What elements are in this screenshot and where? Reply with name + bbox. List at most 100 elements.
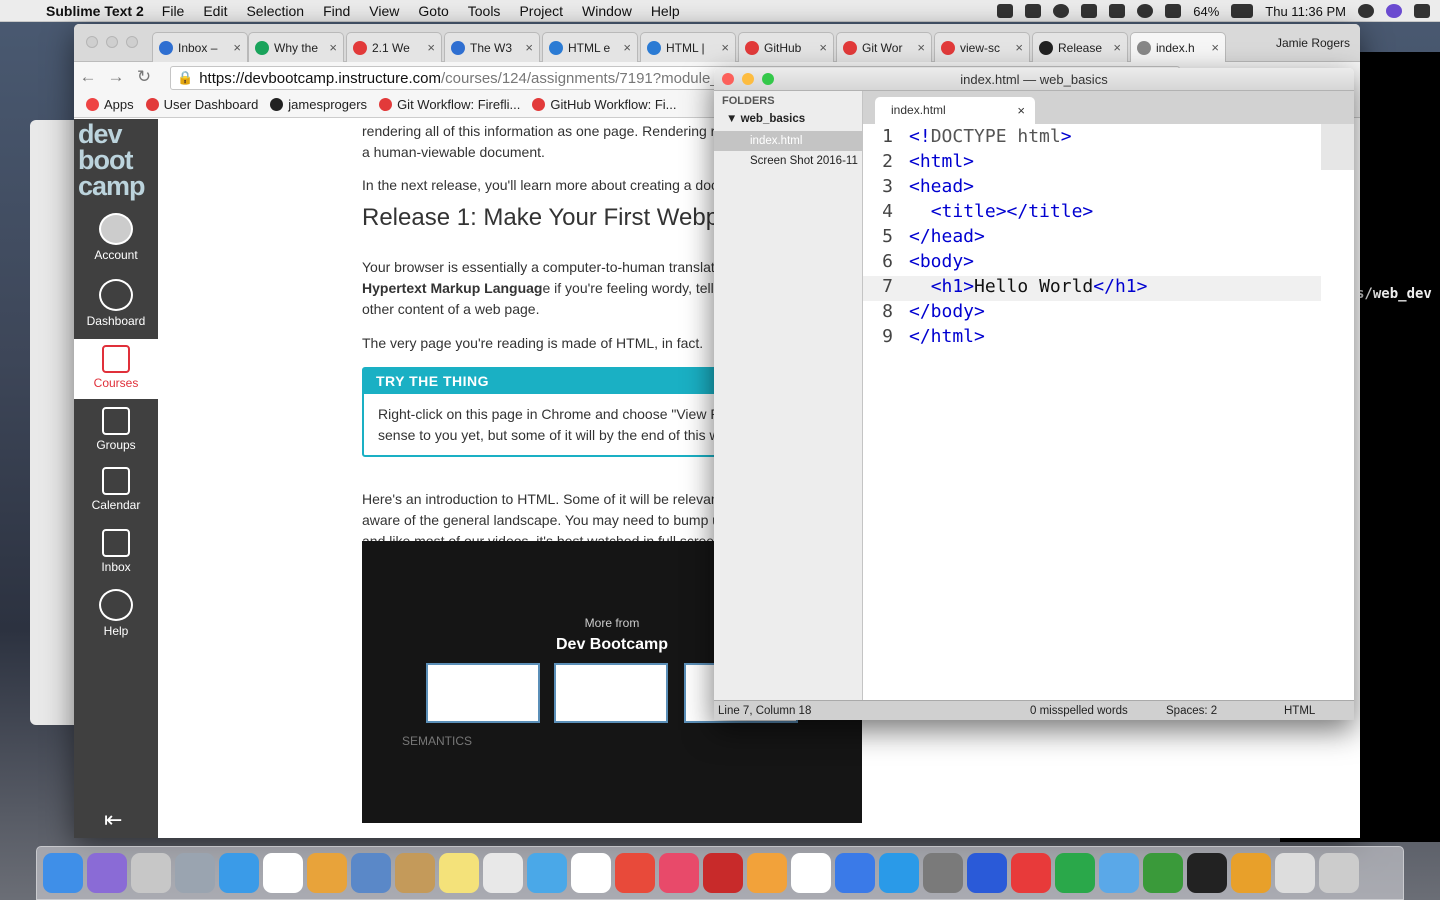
close-tab-icon[interactable]: × [1015,40,1023,55]
messages-icon[interactable] [527,853,567,893]
spotlight-icon[interactable] [1358,4,1374,18]
evernote-icon[interactable] [1187,853,1227,893]
menu-tools[interactable]: Tools [468,3,501,19]
preview-icon[interactable] [483,853,523,893]
warning-icon[interactable] [1025,4,1042,18]
chrome-icon[interactable] [307,853,347,893]
browser-tab[interactable]: Git Wor × [836,32,932,62]
bookmark-item[interactable]: GitHub Workflow: Fi... [532,97,677,112]
zoom-window-button[interactable] [762,73,774,85]
close-tab-icon[interactable]: × [1113,40,1121,55]
file-screenshot[interactable]: Screen Shot 2016-11 [714,151,863,171]
background-window[interactable] [30,120,80,725]
siri-icon[interactable] [1386,4,1402,18]
menu-edit[interactable]: Edit [203,3,227,19]
close-tab-icon[interactable]: × [623,40,631,55]
editor-tab-index-html[interactable]: index.html × [875,97,1035,124]
browser-tab[interactable]: HTML e × [542,32,638,62]
wifi-icon[interactable] [1137,4,1154,18]
close-tab-icon[interactable]: × [233,40,241,55]
mail-icon[interactable] [351,853,391,893]
terminal-icon[interactable] [1231,853,1271,893]
bookmark-item[interactable]: jamesprogers [270,97,367,112]
nav-dashboard[interactable]: Dashboard [74,279,158,328]
sublime-icon[interactable] [1275,853,1315,893]
browser-tab[interactable]: GitHub × [738,32,834,62]
minimize-window-button[interactable] [106,36,118,48]
photo-booth-icon[interactable] [703,853,743,893]
photos-icon[interactable] [747,853,787,893]
app-store-icon[interactable] [923,853,963,893]
evernote-icon[interactable] [1109,4,1126,18]
file-index-html[interactable]: index.html [714,131,863,151]
contacts-icon[interactable] [395,853,435,893]
notification-center-icon[interactable] [1414,4,1430,18]
menu-goto[interactable]: Goto [418,3,448,19]
excel-icon[interactable] [1099,853,1139,893]
airplay-icon[interactable] [1165,4,1182,18]
browser-tab[interactable]: Why the × [248,32,344,62]
close-tab-icon[interactable]: × [721,40,729,55]
b-app-icon[interactable] [1081,4,1098,18]
menu-find[interactable]: Find [323,3,350,19]
finder-icon[interactable] [43,853,83,893]
menu-help[interactable]: Help [651,3,680,19]
nav-inbox[interactable]: Inbox [74,529,158,574]
browser-tab[interactable]: 2.1 We × [346,32,442,62]
folder-web-basics[interactable]: ▼ web_basics [726,113,805,125]
video-thumbnail[interactable] [554,663,668,723]
devbootcamp-logo[interactable]: dev boot camp [78,121,146,200]
powerpoint-icon[interactable] [1055,853,1095,893]
close-tab-icon[interactable]: × [1211,40,1219,55]
bookmark-item[interactable]: Apps [86,97,134,112]
zoom-window-button[interactable] [126,36,138,48]
profile-name[interactable]: Jamie Rogers [1276,36,1350,50]
forward-icon[interactable]: → [102,67,130,87]
slack-icon[interactable] [659,853,699,893]
close-tab-icon[interactable]: × [525,40,533,55]
menu-project[interactable]: Project [519,3,563,19]
minimize-window-button[interactable] [742,73,754,85]
notes-icon[interactable] [439,853,479,893]
collapse-nav-icon[interactable]: ⇤ [104,807,122,833]
browser-tab[interactable]: view-sc × [934,32,1030,62]
browser-tab[interactable]: index.h × [1130,32,1226,62]
safari-icon[interactable] [219,853,259,893]
close-tab-icon[interactable]: × [427,40,435,55]
word-icon[interactable] [1011,853,1051,893]
browser-tab[interactable]: Inbox – × [152,32,248,62]
textedit-icon[interactable] [791,853,831,893]
menu-view[interactable]: View [369,3,399,19]
trash-icon[interactable] [1319,853,1359,893]
indentation-setting[interactable]: Spaces: 2 [1166,701,1217,720]
video-thumbnail[interactable] [426,663,540,723]
back-icon[interactable]: ← [74,67,102,87]
calendar-icon[interactable] [571,853,611,893]
close-window-button[interactable] [722,73,734,85]
calculator-icon[interactable] [131,853,171,893]
nav-help[interactable]: Help [74,589,158,638]
launchpad-icon[interactable] [175,853,215,893]
siri-icon[interactable] [87,853,127,893]
code-editor[interactable]: 123456789 <!DOCTYPE html> <html> <head> … [863,124,1354,700]
charts-icon[interactable] [835,853,875,893]
browser-tab[interactable]: The W3 × [444,32,540,62]
nav-account[interactable]: Account [74,213,158,262]
nav-groups[interactable]: Groups [74,407,158,452]
system-preferences-icon[interactable] [967,853,1007,893]
bookmark-item[interactable]: Git Workflow: Firefli... [379,97,520,112]
close-tab-icon[interactable]: × [819,40,827,55]
nav-calendar[interactable]: Calendar [74,467,158,512]
menu-selection[interactable]: Selection [246,3,304,19]
close-tab-icon[interactable]: × [329,40,337,55]
app-menu[interactable]: Sublime Text 2 [46,3,144,19]
battery-icon[interactable] [1231,4,1254,18]
channel-name[interactable]: Dev Bootcamp [552,634,672,655]
close-tab-icon[interactable]: × [917,40,925,55]
bookmark-item[interactable]: User Dashboard [145,97,258,112]
close-window-button[interactable] [86,36,98,48]
menu-window[interactable]: Window [582,3,632,19]
itunes-icon[interactable] [615,853,655,893]
browser-tab[interactable]: HTML | × [640,32,736,62]
eye-icon[interactable] [1053,4,1070,18]
